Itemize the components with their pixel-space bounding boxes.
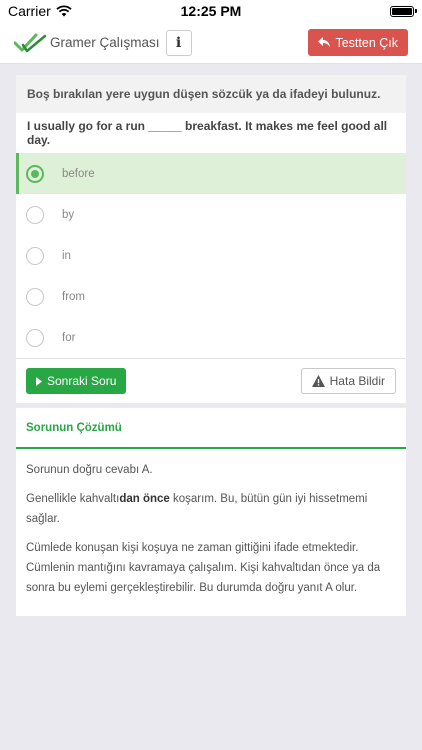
status-left: Carrier	[8, 3, 72, 19]
caret-right-icon	[36, 376, 42, 386]
option-b[interactable]: by	[16, 194, 406, 235]
report-error-button[interactable]: Hata Bildir	[300, 368, 396, 394]
option-label: before	[62, 167, 95, 180]
wifi-icon	[56, 5, 72, 17]
next-question-label: Sonraki Soru	[47, 374, 117, 388]
radio-icon	[26, 246, 44, 265]
app-header: Gramer Çalışması i Testten Çık	[0, 22, 422, 64]
radio-selected-icon	[26, 164, 44, 183]
question-text: I usually go for a run _____ breakfast. …	[27, 119, 388, 147]
reply-arrow-icon	[318, 37, 331, 47]
option-label: by	[62, 208, 75, 221]
radio-icon	[26, 205, 44, 224]
solution-translation: Genellikle kahvaltıdan önce koşarım. Bu,…	[26, 493, 368, 525]
option-e[interactable]: for	[16, 317, 406, 358]
info-icon: i	[175, 34, 182, 51]
report-error-label: Hata Bildir	[329, 374, 385, 388]
carrier-label: Carrier	[8, 3, 51, 19]
exit-test-label: Testten Çık	[335, 35, 398, 50]
app-title: Gramer Çalışması	[50, 35, 160, 50]
question-actions: Sonraki Soru Hata Bildir	[16, 358, 406, 403]
question-card: Boş bırakılan yere uygun düşen sözcük ya…	[16, 75, 406, 403]
checkmark-logo-icon	[14, 33, 46, 52]
status-bar: Carrier 12:25 PM	[0, 0, 422, 22]
radio-icon	[26, 328, 44, 347]
question-instruction: Boş bırakılan yere uygun düşen sözcük ya…	[16, 75, 406, 113]
solution-title: Sorunun Çözümü	[16, 408, 406, 449]
option-a[interactable]: before	[16, 153, 406, 194]
option-label: in	[62, 249, 71, 262]
solution-answer: Sorunun doğru cevabı A.	[26, 464, 153, 476]
option-label: for	[62, 331, 76, 344]
option-d[interactable]: from	[16, 276, 406, 317]
warning-icon	[311, 375, 325, 387]
radio-icon	[26, 287, 44, 306]
info-button[interactable]: i	[165, 29, 192, 56]
solution-body: Sorunun doğru cevabı A. Genellikle kahva…	[16, 449, 406, 598]
solution-explanation: Cümlede konuşan kişi koşuya ne zaman git…	[26, 542, 381, 594]
next-question-button[interactable]: Sonraki Soru	[26, 368, 127, 394]
option-c[interactable]: in	[16, 235, 406, 276]
battery-icon	[390, 5, 417, 17]
exit-test-button[interactable]: Testten Çık	[308, 29, 408, 56]
option-label: from	[62, 290, 85, 303]
solution-card: Sorunun Çözümü Sorunun doğru cevabı A. G…	[16, 408, 406, 616]
